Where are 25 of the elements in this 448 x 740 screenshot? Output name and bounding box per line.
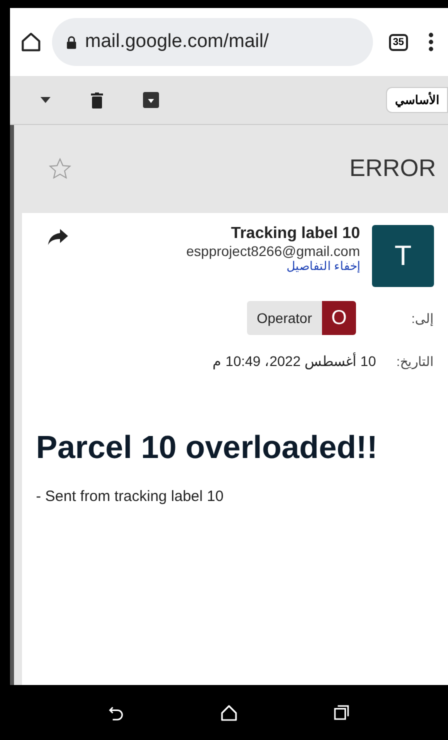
category-chip[interactable]: الأساسي	[386, 87, 448, 113]
sender-email: espproject8266@gmail.com	[186, 243, 360, 259]
forward-icon[interactable]	[48, 229, 68, 245]
sender-avatar: T	[372, 225, 434, 287]
address-bar[interactable]: mail.google.com/mail/	[52, 18, 373, 66]
to-label: إلى:	[410, 310, 434, 326]
date-value: 10 أغسطس 2022، 10:49 م	[212, 353, 376, 369]
back-icon[interactable]	[108, 704, 124, 720]
email-subject: ERROR	[349, 155, 436, 183]
home-icon[interactable]	[20, 31, 42, 53]
hide-details-link[interactable]: إخفاء التفاصيل	[286, 259, 360, 273]
dropdown-icon[interactable]	[40, 97, 51, 103]
url-text: mail.google.com/mail/	[85, 31, 269, 53]
body-text: - Sent from tracking label 10	[36, 488, 225, 505]
sender-name: Tracking label 10	[231, 225, 360, 243]
trash-icon[interactable]	[91, 92, 103, 108]
star-icon[interactable]	[48, 157, 72, 181]
date-label: التاريخ:	[396, 354, 434, 368]
archive-icon[interactable]	[143, 92, 159, 108]
menu-icon[interactable]	[428, 32, 434, 52]
tab-count[interactable]: 35	[388, 34, 408, 50]
lock-icon	[66, 36, 77, 48]
recents-icon[interactable]	[334, 705, 350, 720]
body-heading: Parcel 10 overloaded!!	[36, 429, 378, 466]
recipient-chip[interactable]: Operator O	[246, 301, 356, 335]
